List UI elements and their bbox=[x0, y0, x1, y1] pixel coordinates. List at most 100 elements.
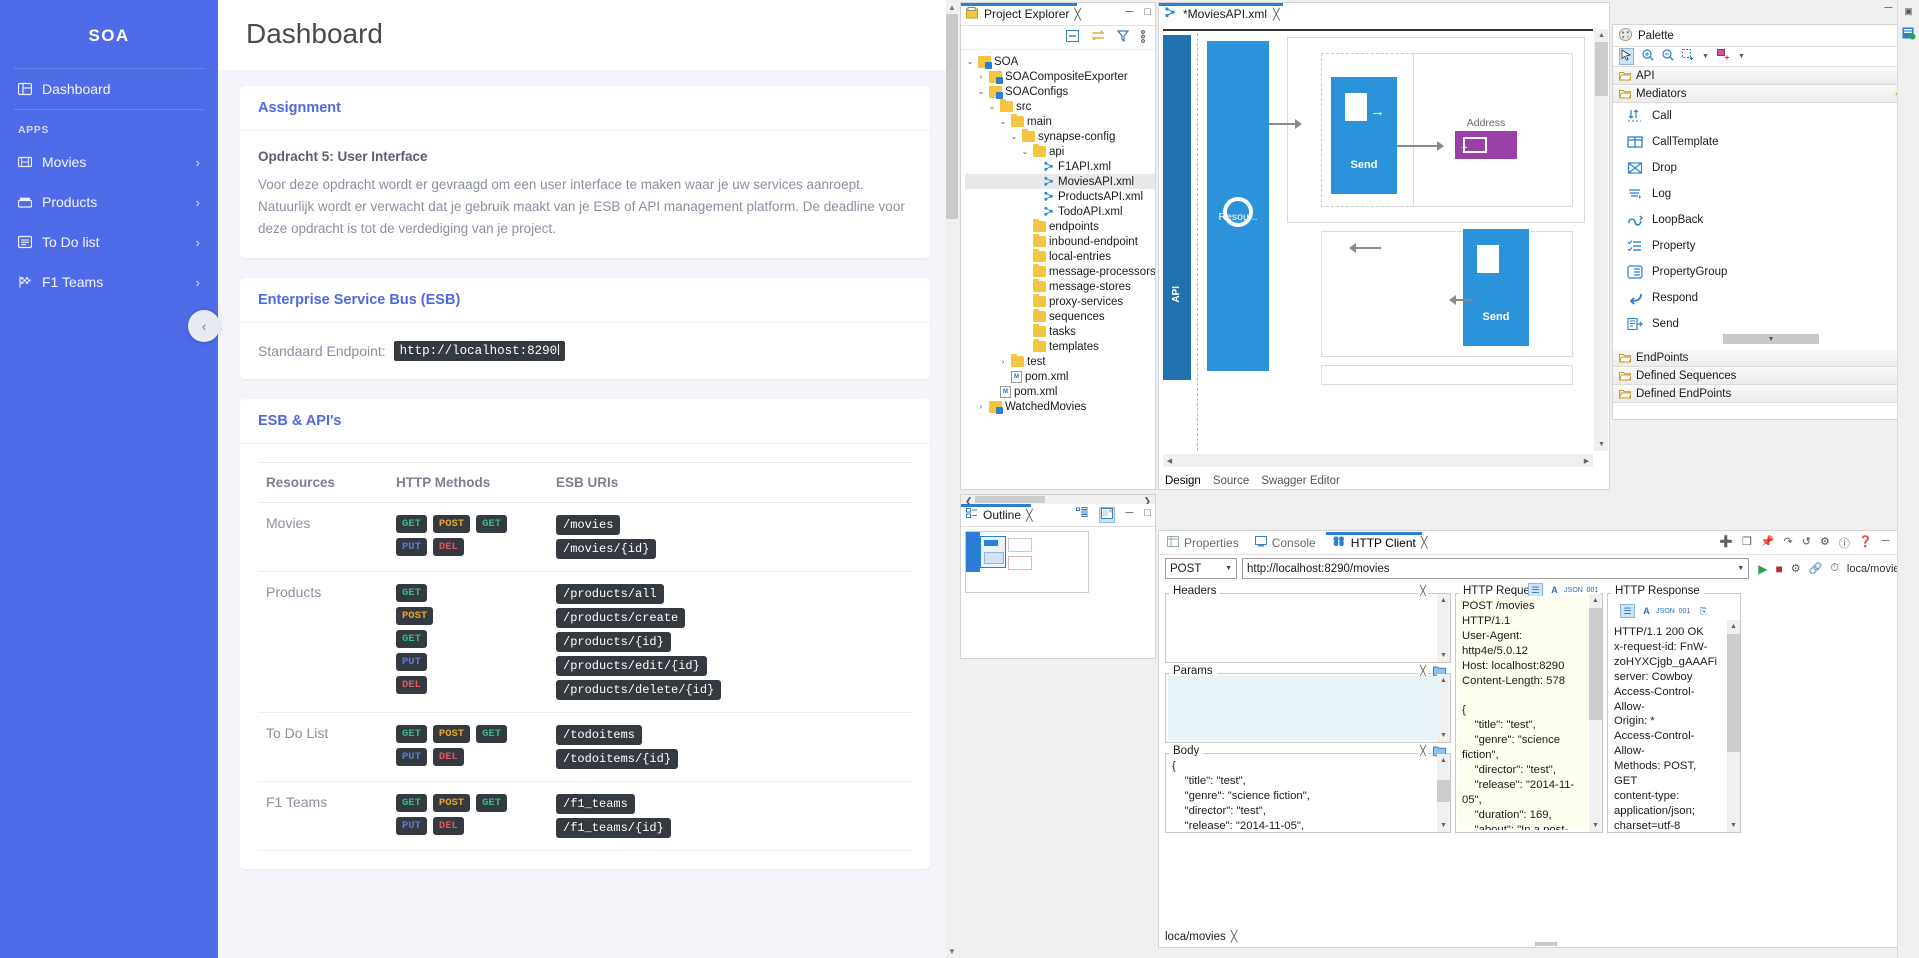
sidebar-collapse-button[interactable]: ‹ bbox=[188, 310, 220, 342]
filter-icon[interactable] bbox=[1116, 30, 1130, 45]
new-tab-icon[interactable]: ➕ bbox=[1719, 535, 1733, 551]
palette-group-defined-sequences[interactable]: Defined Sequences bbox=[1613, 367, 1911, 385]
raw-view-icon[interactable]: ☰ bbox=[1528, 583, 1543, 597]
tree-item[interactable]: ProductsAPI.xml bbox=[965, 189, 1155, 204]
chevron-down-icon[interactable]: ▼ bbox=[1737, 565, 1744, 572]
settings-icon[interactable]: ⚙ bbox=[1820, 535, 1830, 551]
url-input[interactable]: http://localhost:8290/movies ▼ bbox=[1242, 558, 1750, 579]
create-node-icon[interactable] bbox=[1716, 49, 1730, 64]
outline-title[interactable]: Outline bbox=[983, 508, 1021, 522]
tree-item[interactable]: message-stores bbox=[965, 279, 1155, 294]
chevron-down-icon[interactable]: ⌄ bbox=[976, 87, 986, 96]
tab-swagger-editor[interactable]: Swagger Editor bbox=[1261, 475, 1340, 487]
sidebar-item-dashboard[interactable]: Dashboard bbox=[0, 69, 218, 109]
close-icon[interactable]: ╳ bbox=[1074, 8, 1081, 21]
tree-item[interactable]: F1API.xml bbox=[965, 159, 1155, 174]
tree-item[interactable]: message-processors bbox=[965, 264, 1155, 279]
panel-resize-handle[interactable] bbox=[1535, 942, 1557, 946]
body-text[interactable]: { "title": "test", "genre": "science fic… bbox=[1168, 756, 1435, 830]
chevron-down-icon-2[interactable]: ▼ bbox=[1738, 53, 1745, 60]
editor-vscrollbar[interactable]: ▲ ▼ bbox=[1594, 29, 1608, 451]
history-icon[interactable]: ↺ bbox=[1802, 535, 1811, 551]
chevron-right-icon[interactable]: › bbox=[976, 402, 986, 411]
palette-group-endpoints[interactable]: EndPoints bbox=[1613, 349, 1911, 367]
json-view-icon[interactable]: JSON bbox=[1656, 604, 1675, 618]
raw-view-icon[interactable]: ☰ bbox=[1620, 604, 1635, 618]
palette-item-respond[interactable]: Respond bbox=[1613, 285, 1911, 311]
headers-scrollbar[interactable]: ▲ ▼ bbox=[1437, 594, 1450, 662]
tree-item[interactable]: templates bbox=[965, 339, 1155, 354]
tree-item[interactable]: TodoAPI.xml bbox=[965, 204, 1155, 219]
tree-item[interactable]: MoviesAPI.xml bbox=[965, 174, 1155, 189]
help-icon[interactable]: ❓ bbox=[1859, 535, 1873, 551]
text-view-icon[interactable]: A bbox=[1547, 583, 1562, 597]
link-icon[interactable]: 🔗 bbox=[1809, 562, 1823, 575]
tree-item[interactable]: sequences bbox=[965, 309, 1155, 324]
sidebar-item-movies[interactable]: Movies › bbox=[0, 142, 218, 182]
request-scrollbar[interactable]: ▲ ▼ bbox=[1589, 594, 1602, 832]
close-icon[interactable]: ╳ bbox=[1273, 8, 1280, 21]
binary-view-icon[interactable]: 001 bbox=[1677, 604, 1692, 618]
tree-item[interactable]: ⌄ SOAConfigs bbox=[965, 84, 1155, 99]
collapse-all-icon[interactable] bbox=[1066, 30, 1079, 45]
webapp-scrollbar-thumb[interactable] bbox=[946, 14, 958, 219]
project-tree[interactable]: ⌄ SOA › SOACompositeExporter ⌄ SOAConfigs ⌄ src… bbox=[961, 50, 1155, 484]
palette-item-log[interactable]: Log bbox=[1613, 181, 1911, 207]
maximize-icon[interactable]: □ bbox=[1144, 6, 1151, 18]
webapp-scrollbar[interactable]: ▲ ▼ bbox=[946, 0, 958, 958]
thumbnail-toggle-icon[interactable] bbox=[1098, 507, 1115, 523]
maximize-icon[interactable]: □ bbox=[1144, 507, 1151, 523]
api-swimlane[interactable] bbox=[1163, 35, 1191, 380]
json-view-icon[interactable]: JSON bbox=[1564, 583, 1583, 597]
tab-properties[interactable]: Properties bbox=[1167, 535, 1239, 550]
chevron-down-icon[interactable]: ⌄ bbox=[1020, 147, 1030, 156]
editor-hscroll-thumb[interactable] bbox=[975, 496, 1045, 503]
chevron-down-icon[interactable]: ⌄ bbox=[987, 102, 997, 111]
palette-group-api[interactable]: API bbox=[1613, 67, 1911, 85]
minimize-icon[interactable]: ─ bbox=[1882, 535, 1890, 551]
chevron-down-icon[interactable]: ⌄ bbox=[998, 117, 1008, 126]
params-scrollbar[interactable]: ▲ ▼ bbox=[1437, 674, 1450, 742]
tab-http-client[interactable]: HTTP Client ╳ bbox=[1325, 531, 1428, 550]
tree-item[interactable]: Mpom.xml bbox=[965, 369, 1155, 384]
tab-console[interactable]: Console bbox=[1254, 535, 1316, 550]
info-icon[interactable]: ⓘ bbox=[1839, 535, 1850, 551]
chevron-right-icon[interactable]: › bbox=[998, 357, 1008, 366]
sidebar-item-products[interactable]: Products › bbox=[0, 182, 218, 222]
sidebar-item-f1-teams[interactable]: F1 Teams › bbox=[0, 262, 218, 302]
restore-icon[interactable]: ▣ bbox=[1898, 6, 1919, 17]
http-request-text[interactable]: POST /movies HTTP/1.1 User-Agent: http4e… bbox=[1458, 596, 1587, 830]
project-explorer-title[interactable]: Project Explorer bbox=[984, 7, 1069, 21]
view-menu-icon[interactable] bbox=[1141, 29, 1145, 46]
palette-item-drop[interactable]: Drop bbox=[1613, 155, 1911, 181]
tree-item[interactable]: tasks bbox=[965, 324, 1155, 339]
scroll-down-arrow[interactable]: ▼ bbox=[946, 944, 958, 958]
editor-canvas[interactable]: API Resou... Send → Address → Send bbox=[1163, 29, 1593, 451]
chevron-right-icon[interactable]: › bbox=[976, 72, 986, 81]
select-tool-icon[interactable] bbox=[1619, 48, 1634, 65]
editor-tab-title[interactable]: *MoviesAPI.xml bbox=[1183, 7, 1267, 21]
body-scrollbar[interactable]: ▲ ▼ bbox=[1437, 754, 1450, 832]
settings-icon[interactable]: ⚙ bbox=[1791, 562, 1801, 575]
browser-view-icon[interactable]: ⎘ bbox=[1696, 604, 1711, 618]
tree-item[interactable]: › WatchedMovies bbox=[965, 399, 1155, 414]
chevron-down-icon[interactable]: ⌄ bbox=[1009, 132, 1019, 141]
palette-item-loopback[interactable]: LoopBack bbox=[1613, 207, 1911, 233]
export-icon[interactable]: ↷ bbox=[1784, 535, 1793, 551]
text-view-icon[interactable]: A bbox=[1639, 604, 1654, 618]
palette-group-mediators[interactable]: Mediators bbox=[1613, 85, 1911, 103]
palette-item-propertygroup[interactable]: PropertyGroup bbox=[1613, 259, 1911, 285]
minimize-icon[interactable]: ─ bbox=[1885, 2, 1893, 14]
palette-item-calltemplate[interactable]: CallTemplate bbox=[1613, 129, 1911, 155]
palette-item-call[interactable]: Call bbox=[1613, 103, 1911, 129]
zoom-in-icon[interactable] bbox=[1642, 49, 1654, 64]
outline-thumbnail[interactable] bbox=[965, 531, 1089, 593]
tree-item[interactable]: ⌄ SOA bbox=[965, 54, 1155, 69]
duplicate-icon[interactable]: ❐ bbox=[1742, 535, 1752, 551]
tree-item[interactable]: endpoints bbox=[965, 219, 1155, 234]
response-scrollbar[interactable]: ▲ ▼ bbox=[1727, 620, 1740, 832]
http-method-select[interactable]: POST ▼ bbox=[1165, 558, 1237, 579]
request-status-tab[interactable]: loca/movies ╳ bbox=[1165, 930, 1237, 944]
zoom-out-icon[interactable] bbox=[1662, 49, 1674, 64]
tab-source[interactable]: Source bbox=[1213, 475, 1249, 487]
